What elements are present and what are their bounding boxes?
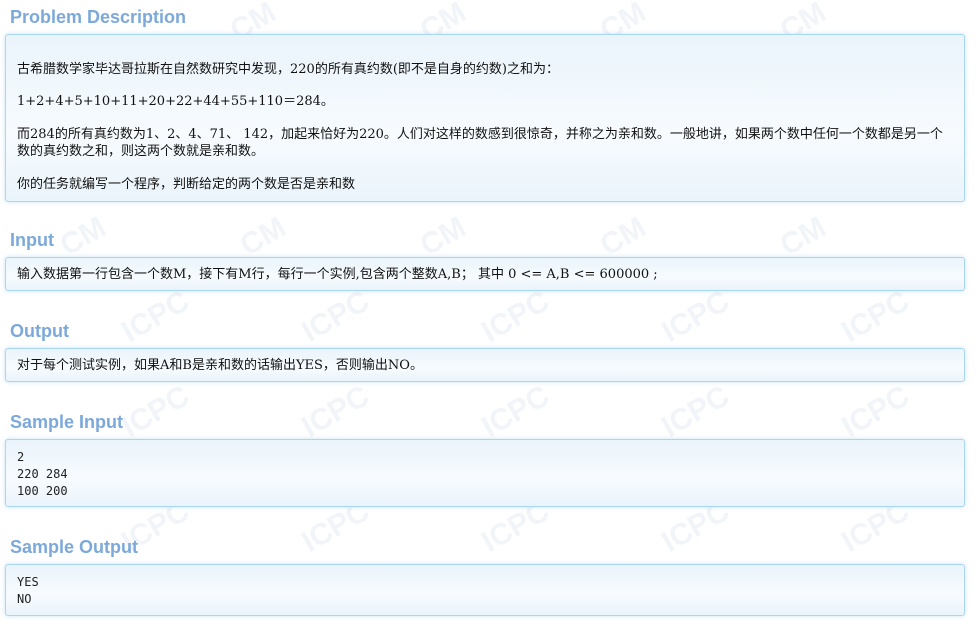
watermark-glyph: CM bbox=[54, 210, 112, 263]
sample-output-panel: YES NO bbox=[5, 564, 965, 616]
watermark-glyph: CM bbox=[234, 210, 292, 263]
sample-input-heading: Sample Input bbox=[10, 412, 124, 432]
watermark-glyph: ICPC bbox=[656, 284, 735, 349]
watermark-glyph: ICPC bbox=[836, 379, 915, 444]
watermark-glyph: ICPC bbox=[296, 379, 375, 444]
problem-description-heading: Problem Description bbox=[10, 7, 187, 27]
sample-input-line: 2 bbox=[17, 450, 25, 464]
description-paragraph-2: 1+2+4+5+10+11+20+22+44+55+110＝284。 bbox=[17, 94, 334, 109]
input-description-text: 输入数据第一行包含一个数M，接下有M行，每行一个实例,包含两个整数A,B； 其中… bbox=[17, 267, 658, 282]
watermark-glyph: CM bbox=[774, 210, 832, 263]
sample-output-line: YES bbox=[17, 575, 39, 589]
input-panel: 输入数据第一行包含一个数M，接下有M行，每行一个实例,包含两个整数A,B； 其中… bbox=[5, 257, 965, 291]
watermark-glyph: ICPC bbox=[476, 379, 555, 444]
input-heading: Input bbox=[10, 230, 54, 250]
watermark-glyph: ICPC bbox=[476, 284, 555, 349]
sample-input-line: 220 284 bbox=[17, 467, 68, 481]
sample-input-panel: 2 220 284 100 200 bbox=[5, 439, 965, 507]
watermark-glyph: ICPC bbox=[656, 379, 735, 444]
output-panel: 对于每个测试实例，如果A和B是亲和数的话输出YES，否则输出NO。 bbox=[5, 348, 965, 382]
output-description-text: 对于每个测试实例，如果A和B是亲和数的话输出YES，否则输出NO。 bbox=[17, 358, 423, 373]
sample-output-line: NO bbox=[17, 592, 32, 606]
description-paragraph-3: 而284的所有真约数为1、2、4、71、 142，加起来恰好为220。人们对这样… bbox=[17, 127, 943, 159]
description-paragraph-4: 你的任务就编写一个程序，判断给定的两个数是否是亲和数 bbox=[17, 177, 356, 192]
watermark-glyph: ICPC bbox=[296, 284, 375, 349]
watermark-glyph: ICPC bbox=[116, 379, 195, 444]
sample-input-line: 100 200 bbox=[17, 484, 68, 498]
watermark-glyph: ICPC bbox=[836, 284, 915, 349]
watermark-glyph: CM bbox=[594, 210, 652, 263]
description-paragraph-1: 古希腊数学家毕达哥拉斯在自然数研究中发现，220的所有真约数(即不是自身的约数)… bbox=[17, 62, 559, 77]
problem-description-panel: 古希腊数学家毕达哥拉斯在自然数研究中发现，220的所有真约数(即不是自身的约数)… bbox=[5, 34, 965, 202]
watermark-glyph: CM bbox=[414, 210, 472, 263]
watermark-glyph: ICPC bbox=[116, 284, 195, 349]
sample-output-heading: Sample Output bbox=[10, 537, 139, 557]
output-heading: Output bbox=[10, 321, 69, 341]
